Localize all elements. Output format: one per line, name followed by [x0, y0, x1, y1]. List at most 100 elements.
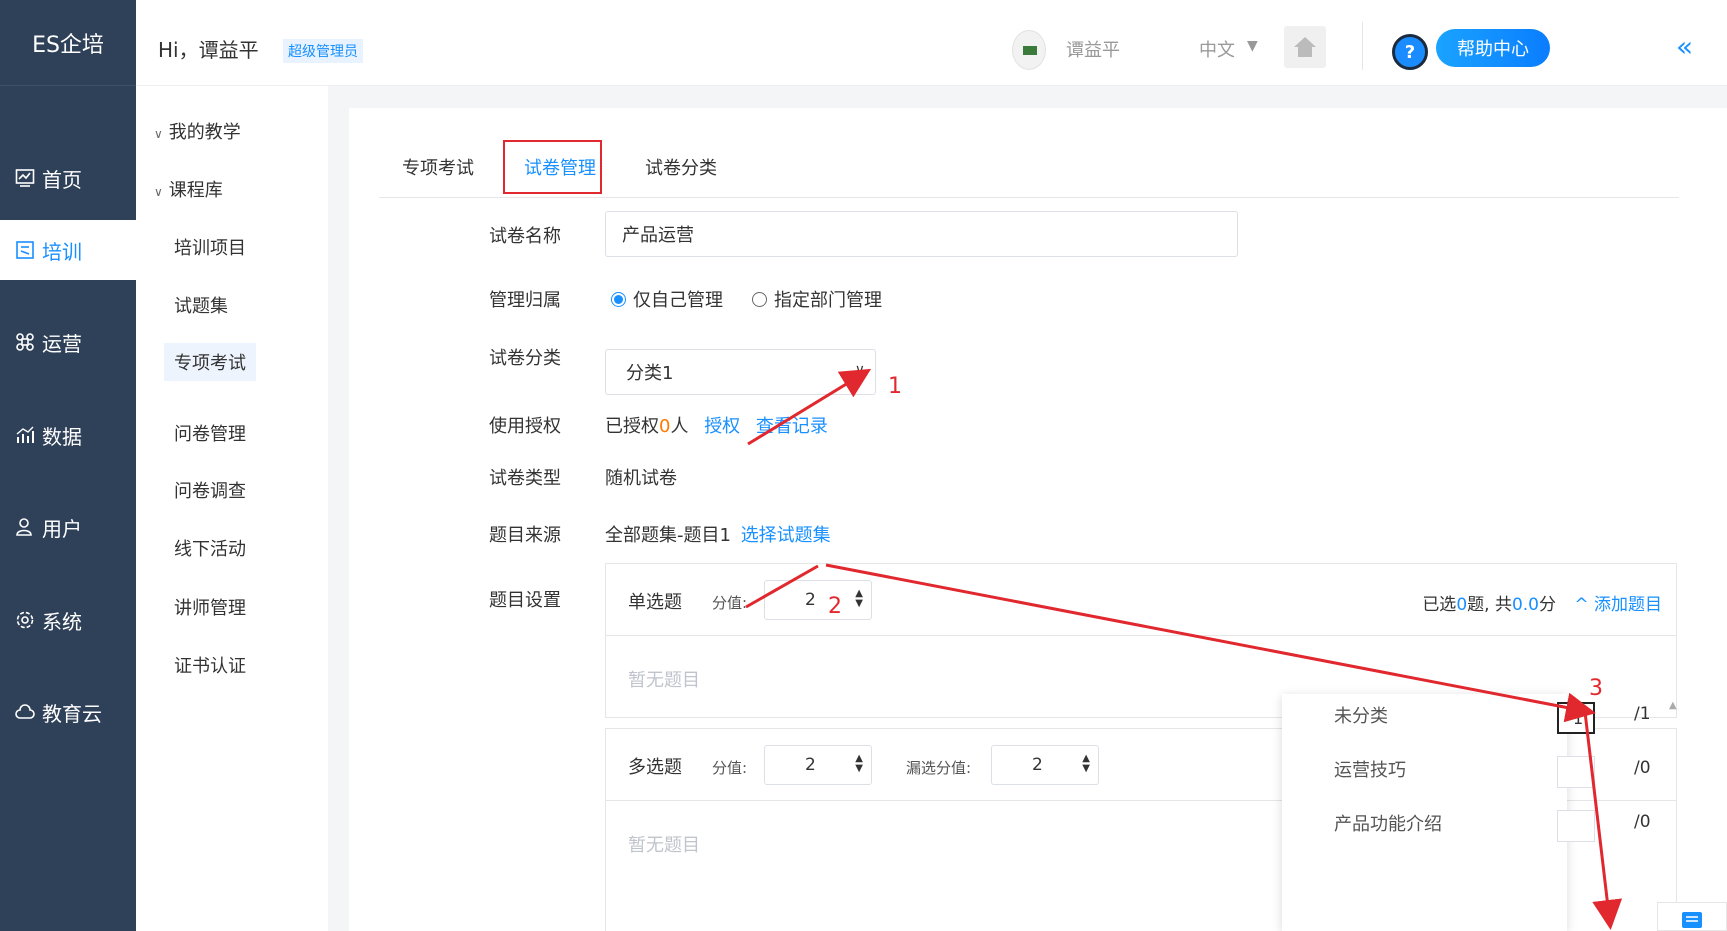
summary-prefix: 已选 — [1422, 595, 1457, 615]
category-select[interactable]: 分类1 ∨ — [605, 349, 876, 395]
submenu-group-course-library[interactable]: ∨ 课程库 — [154, 176, 223, 202]
annotation-number: 1 — [888, 374, 902, 399]
avatar[interactable] — [1012, 30, 1046, 70]
question-settings-label: 题目设置 — [489, 590, 561, 611]
command-icon — [14, 331, 36, 353]
question-source-value: 全部题集-题目1 选择试题集 — [605, 521, 831, 547]
single-score-stepper[interactable]: 2 ▲ ▼ — [764, 580, 872, 620]
submenu-item-offline-activity[interactable]: 线下活动 — [174, 535, 246, 561]
scroll-up-icon[interactable]: ▲ — [1669, 700, 1677, 711]
quota-input[interactable]: 1 — [1557, 702, 1595, 734]
submenu-item-special-exam[interactable]: 专项考试 — [164, 343, 256, 381]
submenu-item-instructor-mgmt[interactable]: 讲师管理 — [174, 594, 246, 620]
training-icon — [14, 239, 36, 261]
submenu-group-my-teaching[interactable]: ∨ 我的教学 — [154, 118, 241, 144]
sidebar-item-label: 用户 — [42, 516, 82, 541]
sidebar-item-label: 教育云 — [42, 701, 102, 726]
question-type-label: 单选题 — [628, 592, 682, 613]
sidebar-item-operations[interactable]: 运营 — [0, 312, 136, 372]
header-username[interactable]: 谭益平 — [1066, 36, 1120, 62]
summary-count: 0 — [1456, 595, 1468, 615]
quota-input[interactable] — [1557, 810, 1595, 842]
sidebar-item-data[interactable]: 数据 — [0, 405, 136, 465]
dashboard-icon — [14, 167, 36, 189]
sidebar-item-label: 系统 — [42, 609, 82, 634]
gear-icon — [14, 609, 36, 631]
feedback-button[interactable] — [1657, 902, 1727, 931]
stepper-arrows-icon[interactable]: ▲ ▼ — [855, 589, 863, 609]
submenu-group-label: 课程库 — [168, 180, 223, 201]
radio-unchecked-icon — [752, 291, 767, 307]
authorization-label: 使用授权 — [489, 416, 561, 437]
quota-input[interactable] — [1557, 756, 1595, 788]
paper-type-value: 随机试卷 — [605, 468, 677, 489]
greeting-text: Hi，谭益平 — [158, 38, 259, 62]
chart-icon — [14, 424, 36, 446]
score-label: 分值: — [712, 759, 748, 777]
user-icon — [14, 516, 36, 538]
sidebar-item-edu-cloud[interactable]: 教育云 — [0, 682, 136, 742]
secondary-menu: ∨ 我的教学 ∨ 课程库 培训项目 试题集 专项考试 问卷管理 问卷调查 线下活动 … — [136, 86, 328, 931]
chevron-down-icon: ∨ — [154, 185, 163, 199]
ownership-radio-self[interactable]: 仅自己管理 — [611, 286, 723, 312]
paper-name-label: 试卷名称 — [489, 226, 561, 247]
stepper-arrows-icon[interactable]: ▲ ▼ — [855, 754, 863, 774]
miss-score-label: 漏选分值: — [906, 759, 972, 777]
stepper-value: 2 — [805, 755, 816, 775]
select-question-set-link[interactable]: 选择试题集 — [741, 525, 831, 546]
auth-suffix: 人 — [670, 416, 689, 437]
authorization-status: 已授权0人 授权 查看记录 — [605, 412, 828, 438]
collapse-icon[interactable]: « — [1676, 30, 1693, 63]
tab-paper-category[interactable]: 试卷分类 — [645, 154, 717, 180]
sidebar-item-training[interactable]: 培训 — [0, 220, 136, 280]
multi-score-stepper[interactable]: 2 ▲ ▼ — [764, 745, 872, 785]
ownership-radio-department[interactable]: 指定部门管理 — [752, 286, 882, 312]
stepper-arrows-icon[interactable]: ▲ ▼ — [1082, 754, 1090, 774]
sidebar-item-label: 培训 — [42, 239, 82, 264]
question-source-text: 全部题集-题目1 — [605, 525, 731, 546]
radio-checked-icon — [611, 291, 626, 307]
sidebar-item-users[interactable]: 用户 — [0, 497, 136, 557]
summary-total: 0.0 — [1511, 595, 1539, 615]
chevron-down-icon: ∨ — [854, 362, 865, 378]
message-icon — [1682, 912, 1702, 928]
summary-mid: 题, 共 — [1467, 595, 1512, 615]
sidebar-item-label: 数据 — [42, 424, 82, 449]
header-divider — [1362, 22, 1363, 70]
miss-score-stepper[interactable]: 2 ▲ ▼ — [991, 745, 1099, 785]
home-button[interactable] — [1284, 26, 1326, 68]
role-badge: 超级管理员 — [283, 39, 363, 63]
summary-suffix: 分 — [1539, 595, 1556, 615]
authorize-link[interactable]: 授权 — [704, 416, 740, 437]
single-choice-header: 单选题 分值: 2 ▲ ▼ 已选0题, 共0.0分 ^ 添加题目 — [606, 564, 1676, 636]
radio-label: 仅自己管理 — [633, 290, 723, 311]
submenu-item-survey[interactable]: 问卷调查 — [174, 477, 246, 503]
submenu-item-questionnaire-mgmt[interactable]: 问卷管理 — [174, 420, 246, 446]
view-records-link[interactable]: 查看记录 — [756, 416, 828, 437]
sidebar-item-label: 运营 — [42, 331, 82, 356]
help-icon[interactable]: ? — [1392, 34, 1428, 70]
auth-count: 0 — [659, 416, 671, 437]
chevron-down-icon[interactable]: ▼ — [1247, 38, 1258, 54]
sidebar-item-system[interactable]: 系统 — [0, 590, 136, 650]
quota-total: /0 — [1634, 758, 1651, 778]
auth-prefix: 已授权 — [605, 416, 659, 437]
chevron-down-icon: ∨ — [154, 127, 163, 141]
quota-total: /1 — [1634, 704, 1651, 724]
language-select[interactable]: 中文 — [1199, 36, 1235, 62]
sidebar-item-label: 首页 — [42, 167, 82, 192]
submenu-item-training-projects[interactable]: 培训项目 — [174, 234, 246, 260]
submenu-item-question-sets[interactable]: 试题集 — [174, 292, 228, 318]
stepper-value: 2 — [805, 590, 816, 610]
tab-special-exam[interactable]: 专项考试 — [402, 154, 474, 180]
submenu-item-certification[interactable]: 证书认证 — [174, 652, 246, 678]
empty-placeholder: 暂无题目 — [628, 835, 700, 856]
sidebar-item-home[interactable]: 首页 — [0, 148, 136, 208]
paper-name-input[interactable] — [605, 211, 1238, 257]
tabs-divider — [379, 197, 1679, 198]
help-center-button[interactable]: 帮助中心 — [1436, 29, 1550, 67]
app-logo[interactable]: ES企培 — [0, 0, 136, 86]
category-name: 运营技巧 — [1334, 760, 1406, 781]
add-question-button[interactable]: ^ 添加题目 — [1574, 590, 1662, 615]
cloud-icon — [14, 701, 36, 723]
